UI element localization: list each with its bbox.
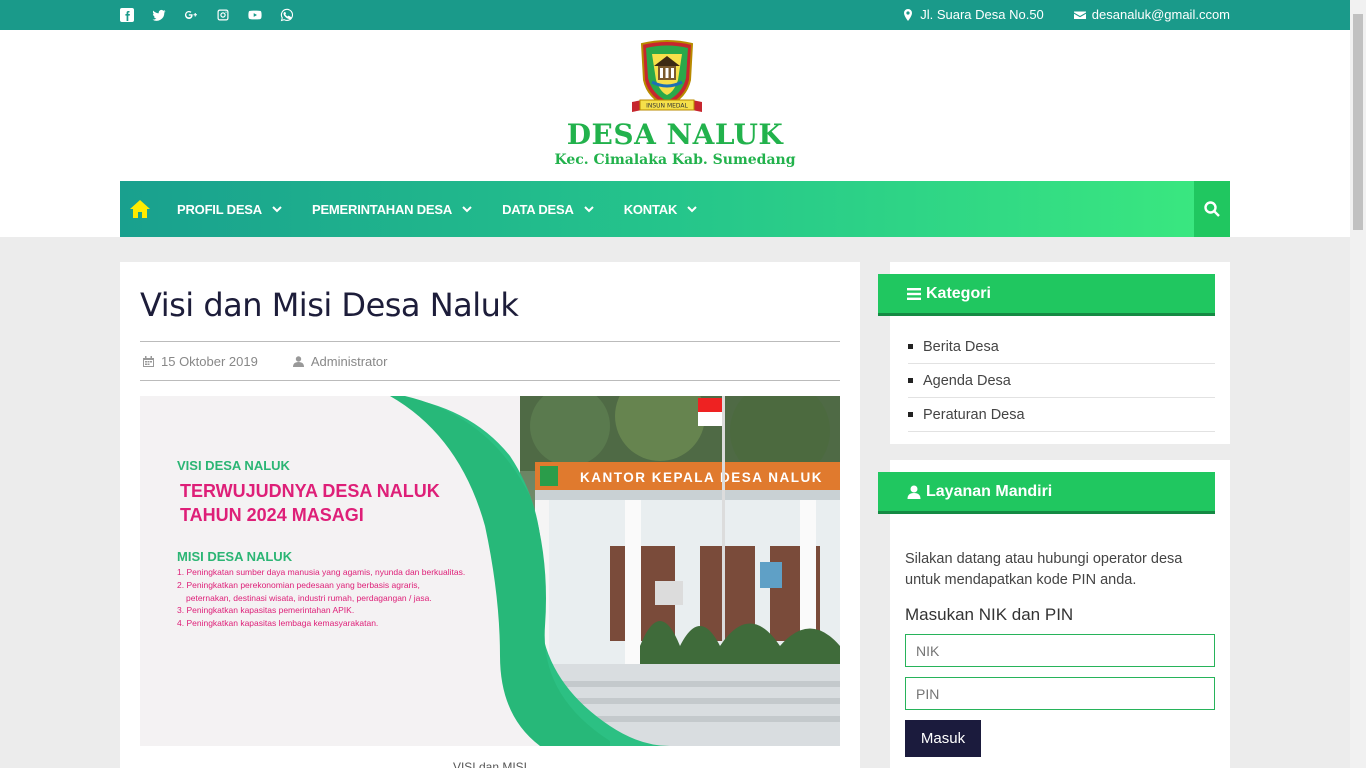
social-links: [120, 8, 294, 22]
category-link[interactable]: Berita Desa: [923, 339, 999, 355]
post-meta: 15 Oktober 2019 Administrator: [140, 341, 840, 381]
nav-item-kontak[interactable]: KONTAK: [624, 202, 697, 217]
top-bar: Jl. Suara Desa No.50 desanaluk@gmail.cco…: [0, 0, 1350, 30]
misi-item: 3. Peningkatkan kapasitas pemerintahan A…: [177, 605, 355, 616]
widget-header: Layanan Mandiri: [878, 472, 1215, 514]
nav-item-data-desa[interactable]: DATA DESA: [502, 202, 594, 217]
category-item[interactable]: Berita Desa: [908, 330, 1215, 364]
chevron-down-icon: [687, 205, 697, 212]
twitter-icon[interactable]: [152, 8, 166, 22]
user-icon: [292, 355, 304, 367]
image-caption: VISI dan MISI: [452, 760, 528, 768]
post-date: 15 Oktober 2019: [143, 354, 258, 369]
category-item[interactable]: Agenda Desa: [908, 364, 1215, 398]
visi-line: TERWUJUDNYA DESA NALUK: [180, 481, 440, 501]
calendar-icon: [143, 355, 154, 367]
nav-label[interactable]: DATA DESA: [502, 202, 574, 217]
nav-item-profil-desa[interactable]: PROFIL DESA: [177, 202, 282, 217]
nik-input[interactable]: [905, 634, 1215, 667]
google-plus-icon[interactable]: [184, 8, 198, 22]
chevron-down-icon: [462, 205, 472, 212]
map-marker-icon: [904, 8, 913, 21]
widget-description: Silakan datang atau hubungi operator des…: [905, 551, 1183, 588]
pin-input[interactable]: [905, 677, 1215, 710]
post-date-text: 15 Oktober 2019: [161, 353, 258, 369]
logo-text: INSUN MEDAL: [646, 103, 688, 110]
post-author[interactable]: Administrator: [292, 354, 388, 369]
misi-item: 4. Peningkatkan kapasitas lembaga kemasy…: [177, 618, 379, 629]
visi-label: VISI DESA NALUK: [177, 458, 290, 473]
envelope-icon: [1073, 11, 1086, 19]
email[interactable]: desanaluk@gmail.ccom: [1073, 7, 1230, 22]
chevron-down-icon: [583, 205, 594, 212]
category-list: Berita Desa Agenda Desa Peraturan Desa: [908, 330, 1215, 432]
category-widget: Kategori Berita Desa Agenda Desa Peratur…: [878, 262, 1230, 444]
nav-item-pemerintahan-desa[interactable]: PEMERINTAHAN DESA: [312, 202, 472, 217]
login-form-label: Masukan NIK dan PIN: [905, 605, 1074, 624]
widget-title: Layanan Mandiri: [926, 482, 1053, 500]
address: Jl. Suara Desa No.50: [902, 7, 1044, 22]
site-title[interactable]: DESA NALUK: [0, 118, 1350, 151]
village-logo[interactable]: INSUN MEDAL: [630, 40, 704, 116]
home-icon[interactable]: [130, 200, 150, 218]
page-scrollbar[interactable]: [1350, 0, 1366, 768]
misi-item: 2. Peningkatkan perekonomian pedesaan ya…: [177, 579, 420, 590]
instagram-icon[interactable]: [216, 8, 230, 22]
category-link[interactable]: Peraturan Desa: [923, 407, 1025, 423]
banner-text: VISI DESA NALUK TERWUJUDNYA DESA NALUK T…: [177, 458, 465, 630]
site-subtitle: Kec. Cimalaka Kab. Sumedang: [554, 152, 796, 168]
search-button[interactable]: [1194, 181, 1230, 237]
scrollbar-thumb[interactable]: [1353, 14, 1363, 230]
self-service-widget: Layanan Mandiri Silakan datang atau hubu…: [878, 460, 1230, 768]
sign-text: KANTOR KEPALA DESA NALUK: [580, 470, 823, 485]
chevron-down-icon: [272, 205, 282, 212]
misi-label: MISI DESA NALUK: [177, 549, 293, 564]
whatsapp-icon[interactable]: [280, 8, 294, 22]
main-nav: PROFIL DESA PEMERINTAHAN DESA DATA DESA …: [120, 181, 1230, 237]
login-button[interactable]: Masuk: [905, 720, 981, 757]
email-text[interactable]: desanaluk@gmail.ccom: [1092, 7, 1230, 22]
widget-title: Kategori: [926, 284, 991, 302]
category-link[interactable]: Agenda Desa: [923, 373, 1011, 389]
category-item[interactable]: Peraturan Desa: [908, 398, 1215, 432]
widget-header: Kategori: [878, 274, 1215, 316]
user-icon: [907, 485, 921, 499]
nav-label[interactable]: PEMERINTAHAN DESA: [312, 202, 452, 217]
nav-label[interactable]: PROFIL DESA: [177, 202, 262, 217]
bars-icon: [907, 287, 921, 300]
misi-item: peternakan, destinasi wisata, industri r…: [186, 592, 432, 603]
youtube-icon[interactable]: [248, 8, 262, 22]
nav-label[interactable]: KONTAK: [624, 202, 678, 217]
visi-statement: TERWUJUDNYA DESA NALUK TAHUN 2024 MASAGI: [180, 479, 465, 527]
post-author-text[interactable]: Administrator: [311, 354, 388, 369]
facebook-icon[interactable]: [120, 8, 134, 22]
misi-list: 1. Peningkatan sumber daya manusia yang …: [177, 566, 465, 630]
post-featured-image: KANTOR KEPALA DESA NALUK VISI DESA NALUK…: [140, 396, 840, 746]
contact-info: Jl. Suara Desa No.50 desanaluk@gmail.cco…: [902, 7, 1230, 22]
visi-line: TAHUN 2024 MASAGI: [180, 505, 364, 525]
search-icon: [1204, 201, 1220, 217]
post-title: Visi dan Misi Desa Naluk: [140, 286, 519, 324]
address-text: Jl. Suara Desa No.50: [920, 7, 1044, 22]
post-article: Visi dan Misi Desa Naluk 15 Oktober 2019…: [120, 262, 860, 768]
misi-item: 1. Peningkatan sumber daya manusia yang …: [177, 567, 466, 577]
